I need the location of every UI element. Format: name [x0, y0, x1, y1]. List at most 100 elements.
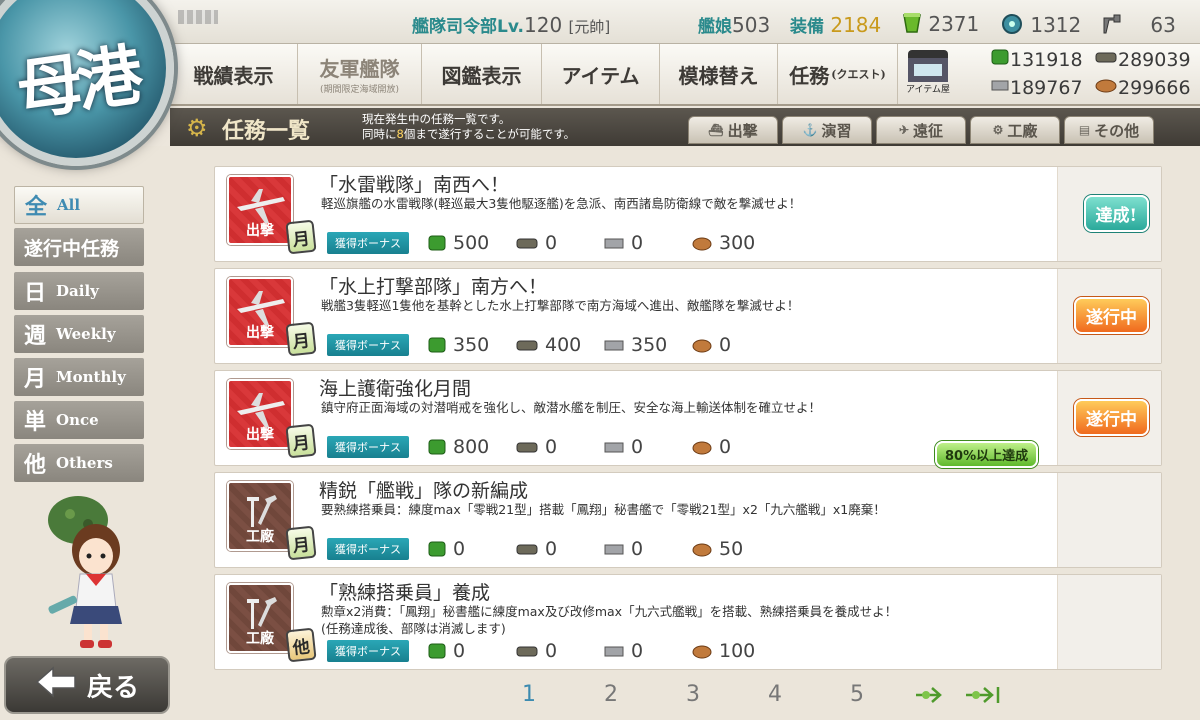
- item-shop-button[interactable]: アイテム屋: [898, 48, 958, 102]
- nav-friend-fleet-sub: (期間限定海域開放): [319, 85, 400, 95]
- page-1-link[interactable]: 1: [522, 682, 536, 707]
- quest-row[interactable]: 出撃 月 「水上打撃部隊」南方へ！ 戦艦3隻軽巡1隻他を基幹とした水上打撃部隊で…: [214, 268, 1162, 364]
- bauxite-value: 299666: [1118, 77, 1191, 99]
- tab-exercise[interactable]: ⚓ 演習: [782, 116, 872, 144]
- port-home-badge[interactable]: 母港: [0, 0, 174, 166]
- nav-record-button[interactable]: 戦績表示: [170, 44, 298, 104]
- progress-80-badge: 80%以上達成: [935, 441, 1039, 468]
- ammo-icon: [516, 544, 538, 555]
- shop-icon: [908, 50, 948, 82]
- quest-title: 精鋭「艦戦」隊の新編成: [319, 480, 529, 502]
- tab-arsenal[interactable]: ⚙ 工廠: [970, 116, 1060, 144]
- quest-row[interactable]: 出撃 月 海上護衛強化月間 鎮守府正面海域の対潜哨戒を強化し、敵潜水艦を制圧、安…: [214, 370, 1162, 468]
- filter-monthly[interactable]: 月 Monthly: [14, 358, 144, 396]
- top-status-bar: 艦隊司令部Lv.120 [元帥] 艦娘503 装備 2184 2371 1312…: [0, 0, 1200, 44]
- pagination: 1 2 3 4 5: [350, 682, 1010, 712]
- reward-fuel: 800: [427, 436, 515, 458]
- reward-steel: 350: [603, 334, 691, 356]
- quest-list-description: 現在発生中の任務一覧です。 同時に8個まで遂行することが可能です。: [362, 112, 575, 142]
- max-concurrent-count: 8: [396, 127, 404, 141]
- reward-fuel: 350: [427, 334, 515, 356]
- steel-icon: [604, 442, 624, 453]
- steel-icon: [604, 544, 624, 555]
- quest-row[interactable]: 工廠 月 精鋭「艦戦」隊の新編成 要熟練搭乗員：練度max「零戦21型」搭載「鳳…: [214, 472, 1162, 568]
- page-5-link[interactable]: 5: [850, 682, 864, 707]
- exercise-icon: ⚓: [802, 123, 818, 137]
- nav-remodel-button[interactable]: 模様替え: [660, 44, 778, 104]
- nav-album-button[interactable]: 図鑑表示: [422, 44, 542, 104]
- reward-ammo: 0: [515, 232, 603, 254]
- filter-once-label: Once: [56, 411, 99, 429]
- quest-list-header: ⚙ 任務一覧 現在発生中の任務一覧です。 同時に8個まで遂行することが可能です。…: [170, 108, 1200, 146]
- page-2-link[interactable]: 2: [604, 682, 618, 707]
- reward-ammo-value: 0: [545, 538, 558, 560]
- frequency-badge: 月: [285, 525, 317, 561]
- fuel-icon: [990, 49, 1010, 71]
- filter-others-kanji: 他: [24, 452, 47, 478]
- filter-all[interactable]: 全 All: [14, 186, 144, 224]
- quest-status-cell: [1057, 473, 1161, 567]
- bonus-label: 獲得ボーナス: [327, 334, 409, 356]
- bauxite-icon: [692, 645, 712, 659]
- reward-fuel-value: 500: [453, 232, 490, 254]
- page-4-link[interactable]: 4: [768, 682, 782, 707]
- expedition-icon: ✈: [898, 123, 910, 137]
- fuel-icon: [428, 235, 446, 251]
- quest-category-label: 出撃: [246, 427, 274, 443]
- reward-fuel: 0: [427, 538, 515, 560]
- filter-once[interactable]: 単 Once: [14, 401, 144, 439]
- quest-title: 「熟練搭乗員」養成: [319, 582, 491, 604]
- quest-status-cell: 遂行中: [1057, 269, 1161, 363]
- last-page-icon[interactable]: [964, 684, 1004, 711]
- port-badge-text: 母港: [11, 35, 142, 130]
- nav-friend-fleet-button[interactable]: 友軍艦隊 (期間限定海域開放): [298, 44, 422, 104]
- bauxite-icon: [692, 441, 712, 455]
- tab-expedition[interactable]: ✈ 遠征: [876, 116, 966, 144]
- frequency-badge: 他: [285, 627, 317, 663]
- bauxite-stock: 299666: [1094, 76, 1191, 99]
- reward-fuel: 500: [427, 232, 515, 254]
- back-button[interactable]: 戻る: [4, 656, 170, 714]
- page-3-link[interactable]: 3: [686, 682, 700, 707]
- back-button-label: 戻る: [86, 672, 139, 703]
- next-page-icon[interactable]: [914, 684, 944, 711]
- filter-weekly[interactable]: 週 Weekly: [14, 315, 144, 353]
- frequency-badge: 月: [285, 219, 317, 255]
- filter-monthly-kanji: 月: [24, 366, 47, 392]
- nav-quest-button[interactable]: 任務 (クエスト): [778, 44, 898, 104]
- reward-fuel-value: 800: [453, 436, 490, 458]
- main-nav-bar: 戦績表示 友軍艦隊 (期間限定海域開放) 図鑑表示 アイテム 模様替え 任務 (ク…: [170, 44, 1200, 106]
- tab-other[interactable]: ▤ その他: [1064, 116, 1154, 144]
- reward-bauxite-value: 0: [719, 436, 732, 458]
- admiral-name-redacted: [178, 10, 218, 24]
- nav-items-button[interactable]: アイテム: [542, 44, 660, 104]
- tab-sortie[interactable]: ⛴ 出撃: [688, 116, 778, 144]
- quest-row[interactable]: 出撃 月 「水雷戦隊」南西へ！ 軽巡旗艦の水雷戦隊(軽巡最大3隻他駆逐艦)を急派…: [214, 166, 1162, 262]
- quest-description-line-1: 勲章x2消費：「鳳翔」秘書艦に練度max及び改修max「九六式艦戦」を搭載、熟練…: [321, 604, 898, 619]
- status-complete-badge[interactable]: 達成!: [1083, 195, 1149, 232]
- bauxite-icon: [692, 339, 712, 353]
- hq-level-value: 120: [524, 13, 563, 37]
- status-in-progress-badge[interactable]: 遂行中: [1074, 399, 1149, 436]
- ammo-icon: [516, 646, 538, 657]
- bucket-icon: [902, 12, 922, 39]
- status-in-progress-badge[interactable]: 遂行中: [1074, 297, 1149, 334]
- quest-row[interactable]: 工廠 他 「熟練搭乗員」養成 勲章x2消費：「鳳翔」秘書艦に練度max及び改修m…: [214, 574, 1162, 670]
- gear-icon: ⚙: [186, 114, 208, 142]
- wrench-icon: ⚙: [992, 123, 1004, 137]
- reward-ammo-value: 0: [545, 436, 558, 458]
- filter-others[interactable]: 他 Others: [14, 444, 144, 482]
- quest-category-label: 出撃: [246, 223, 274, 239]
- hq-level-label: 艦隊司令部Lv.: [412, 17, 524, 37]
- bonus-label: 獲得ボーナス: [327, 436, 409, 458]
- reward-ammo: 400: [515, 334, 603, 356]
- tab-sortie-label: 出撃: [727, 121, 758, 140]
- quest-status-cell: 遂行中: [1057, 371, 1161, 465]
- filter-daily[interactable]: 日 Daily: [14, 272, 144, 310]
- filter-in-progress[interactable]: 遂行中任務: [14, 228, 144, 266]
- filter-in-progress-label: 遂行中任務: [24, 237, 120, 260]
- quest-description: 軽巡旗艦の水雷戦隊(軽巡最大3隻他駆逐艦)を急派、南西諸島防衛線で敵を撃滅せよ！: [321, 196, 802, 211]
- quest-title: 「水上打撃部隊」南方へ！: [319, 276, 548, 298]
- reward-fuel-value: 0: [453, 640, 466, 662]
- devmat-value: 1312: [1030, 13, 1082, 37]
